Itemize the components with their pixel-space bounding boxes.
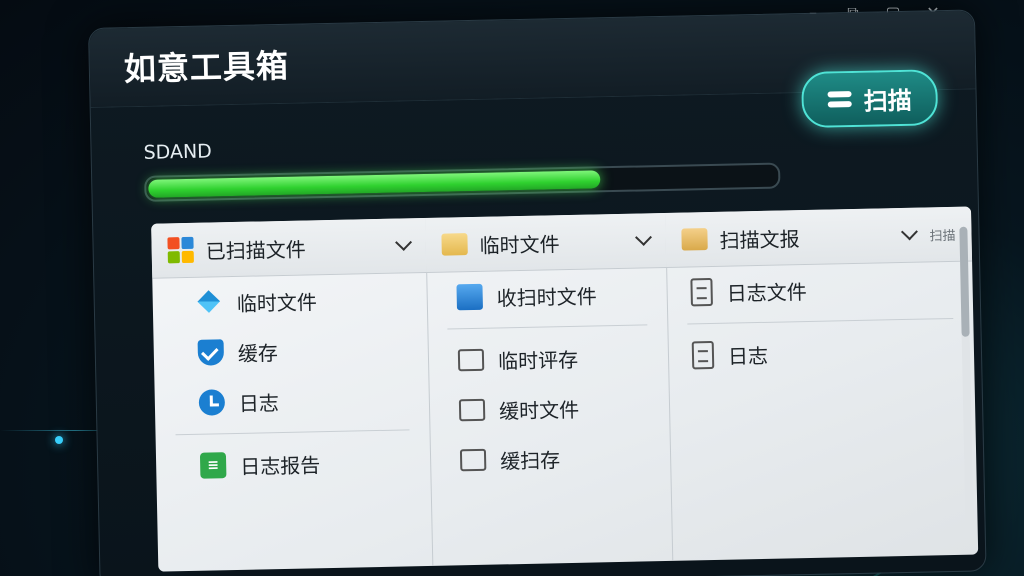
column-header-label: 临时文件: [479, 231, 560, 258]
scan-progress-bar: [144, 162, 781, 202]
colorful-app-icon: [167, 236, 194, 264]
divider: [687, 317, 954, 325]
list-item[interactable]: ≡ 日志报告: [156, 436, 431, 492]
column-header[interactable]: 已扫描文件: [151, 217, 427, 279]
clock-icon: [198, 389, 226, 416]
folder-open-icon: [441, 233, 468, 256]
list-item-label: 缓存: [237, 340, 279, 366]
scan-icon: [827, 90, 853, 109]
column-header-label: 扫描文报: [719, 226, 800, 253]
list-item[interactable]: 临时评存: [428, 331, 669, 386]
list-item-label: 缓时文件: [498, 397, 580, 423]
list-item[interactable]: 日志: [154, 373, 429, 429]
blue-folder-icon: [456, 283, 483, 311]
background-glow-dot: [55, 436, 63, 444]
list-item[interactable]: 日志: [667, 325, 974, 381]
list-item-label: 临时文件: [236, 289, 318, 316]
list-item[interactable]: 缓时文件: [429, 381, 670, 436]
column-temp-files: 临时文件 收扫时文件 临时评存 缓时文件 缓扫存: [425, 212, 674, 566]
list-item-label: 收扫时文件: [496, 283, 597, 310]
list-item[interactable]: 临时文件: [152, 273, 427, 329]
folder-outline-icon: [457, 348, 485, 372]
list-item-label: 日志: [727, 343, 769, 369]
folder-outline-icon: [458, 398, 486, 422]
app-window: 如意工具箱 扫描 SDAND 已扫描文件 临时文件 缓存 日志 ≡ 日志报告 临…: [88, 9, 987, 576]
document-icon: [690, 277, 713, 307]
scan-progress-fill: [148, 170, 601, 198]
list-item[interactable]: 缓存: [153, 323, 428, 379]
list-item[interactable]: 缓扫存: [430, 431, 671, 486]
divider: [447, 324, 648, 330]
divider: [175, 429, 410, 436]
list-item-label: 日志文件: [726, 279, 807, 306]
green-grid-icon: ≡: [199, 452, 227, 479]
column-header-extra: 扫描: [929, 228, 956, 244]
scan-button[interactable]: 扫描: [801, 69, 939, 129]
column-header[interactable]: 扫描文报 扫描: [665, 206, 973, 268]
document-icon: [691, 340, 715, 370]
list-item-label: 日志: [238, 390, 280, 416]
column-header[interactable]: 临时文件: [425, 212, 667, 273]
drive-label: SDAND: [143, 140, 213, 164]
shield-check-icon: [197, 339, 225, 366]
list-item[interactable]: 日志文件: [666, 262, 973, 318]
diamond-icon: [197, 289, 224, 316]
list-item[interactable]: 收扫时文件: [426, 268, 667, 323]
column-header-label: 已扫描文件: [205, 236, 306, 264]
folder-outline-icon: [459, 448, 487, 472]
list-item-label: 缓扫存: [499, 447, 561, 473]
folder-icon: [681, 228, 708, 251]
scan-button-label: 扫描: [863, 86, 912, 116]
column-scan-report: 扫描文报 扫描 日志文件 日志: [665, 206, 978, 561]
app-title: 如意工具箱: [123, 46, 290, 89]
list-item-label: 日志报告: [239, 452, 321, 479]
file-browser-panel: 已扫描文件 临时文件 缓存 日志 ≡ 日志报告 临时文件 收扫时文件 临时评存 …: [151, 206, 979, 572]
list-item-label: 临时评存: [497, 347, 579, 373]
column-scanned-files: 已扫描文件 临时文件 缓存 日志 ≡ 日志报告: [151, 217, 434, 572]
